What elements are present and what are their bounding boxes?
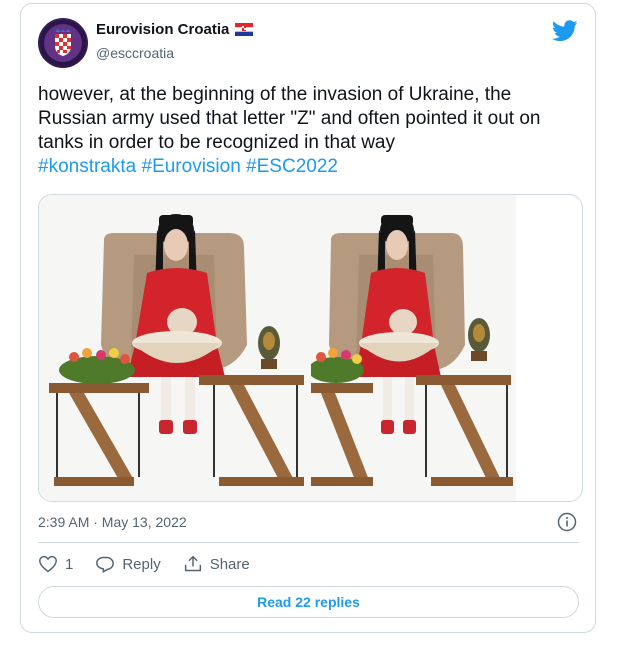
reply-icon [96, 556, 115, 573]
tweet-timestamp[interactable]: 2:39 AM · May 13, 2022 [38, 514, 187, 530]
reply-button[interactable]: Reply [95, 555, 161, 573]
tweet-hashtags[interactable]: #konstrakta #Eurovision #ESC2022 [38, 156, 338, 177]
share-label: Share [209, 555, 250, 573]
twitter-bird-icon[interactable] [551, 20, 578, 42]
tweet-media[interactable] [38, 194, 583, 502]
read-replies-button[interactable]: Read 22 replies [38, 586, 579, 618]
reply-label: Reply [122, 555, 161, 573]
croatia-flag-icon [235, 23, 254, 36]
media-photo-left[interactable] [39, 195, 311, 501]
divider [38, 542, 579, 543]
share-icon [184, 555, 201, 572]
croatian-coat-of-arms-icon [40, 20, 86, 66]
tweet-body: however, at the beginning of the invasio… [38, 84, 541, 153]
heart-icon [39, 555, 57, 573]
tweet-actions: 1 Reply Share [38, 555, 272, 573]
share-button[interactable]: Share [183, 555, 250, 573]
media-photo-right[interactable] [311, 195, 516, 501]
tweet-card: Eurovision Croatia @esccroatia however, … [20, 3, 596, 633]
author-name-text: Eurovision Croatia [96, 21, 230, 38]
avatar[interactable] [38, 18, 88, 68]
like-button[interactable]: 1 [38, 555, 73, 573]
like-count: 1 [65, 555, 74, 573]
author-name[interactable]: Eurovision Croatia [96, 21, 254, 38]
tweet-text: however, at the beginning of the invasio… [38, 83, 583, 179]
author-handle[interactable]: @esccroatia [96, 45, 174, 61]
info-icon[interactable] [557, 512, 577, 532]
